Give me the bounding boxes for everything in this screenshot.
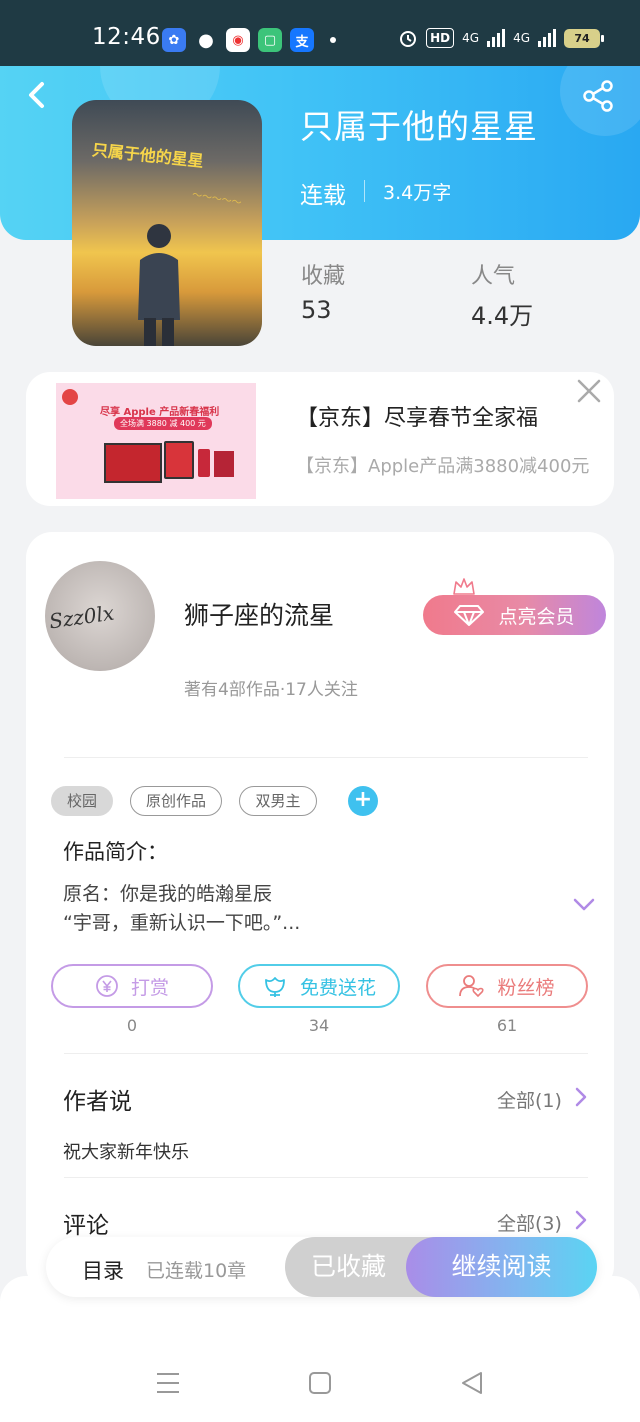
navigation-bar <box>0 1276 640 1422</box>
chevron-right-icon[interactable] <box>574 1086 588 1108</box>
diamond-icon <box>454 605 485 626</box>
home-icon[interactable] <box>307 1370 333 1396</box>
back-icon[interactable] <box>22 80 52 110</box>
cover-subtitle-decoration: ～～～～～ <box>191 189 243 210</box>
network-label-1: 4G <box>462 31 480 45</box>
intro-line-2: “宇哥，重新认识一下吧。”... <box>63 912 301 934</box>
battery-icon: 74 <box>564 28 604 48</box>
divider <box>64 1177 588 1178</box>
menu-icon[interactable] <box>155 1370 181 1396</box>
fan-rank-label: 粉丝榜 <box>497 976 555 999</box>
phone-image <box>198 449 210 477</box>
status-bar: 12:46 ✿ ● ◉ ▢ 支 HD 4G 4G 74 <box>0 0 640 66</box>
alarm-icon <box>400 31 417 47</box>
map-icon: ◉ <box>226 28 250 52</box>
flower-count: 34 <box>308 1016 330 1035</box>
author-says-title: 作者说 <box>63 1089 132 1115</box>
signal-icon-2 <box>538 29 556 47</box>
catalog-button[interactable]: 目录 <box>82 1255 124 1285</box>
reward-count: 0 <box>126 1016 138 1035</box>
popularity-value: 4.4万 <box>471 302 534 330</box>
share-icon[interactable] <box>580 78 616 114</box>
divider <box>64 757 588 758</box>
collect-value: 53 <box>301 296 332 324</box>
word-count: 3.4万字 <box>383 182 452 204</box>
fan-user-icon <box>459 975 485 998</box>
cover-figure-image <box>138 224 180 346</box>
chapter-count[interactable]: 已连载10章 <box>146 1256 246 1283</box>
vip-button[interactable]: 点亮会员 <box>423 595 606 635</box>
divider <box>64 1053 588 1054</box>
message-icon: ▢ <box>258 28 282 52</box>
send-flower-label: 免费送花 <box>299 976 376 999</box>
ad-title[interactable]: 【京东】尽享春节全家福 <box>296 400 538 432</box>
collect-label: 收藏 <box>301 264 346 289</box>
hd-badge: HD <box>426 28 455 48</box>
book-title: 只属于他的星星 <box>300 107 538 146</box>
ad-image[interactable]: 尽享 Apple 产品新春福利 全场满 3880 减 400 元 <box>56 383 256 499</box>
flower-icon <box>265 977 285 997</box>
serial-status: 连载 <box>300 183 346 209</box>
ad-image-headline: 尽享 Apple 产品新春福利 <box>100 407 220 418</box>
avatar-signature: Szz0lx <box>47 600 116 634</box>
continue-reading-button[interactable]: 继续阅读 <box>406 1237 597 1297</box>
tag-original[interactable]: 原创作品 <box>130 786 222 816</box>
ad-description[interactable]: 【京东】Apple产品满3880减400元 <box>296 452 614 478</box>
intro-title: 作品简介： <box>63 840 168 864</box>
status-time: 12:46 <box>92 24 161 50</box>
author-avatar[interactable]: Szz0lx <box>45 561 155 671</box>
yen-icon <box>96 975 118 997</box>
reward-button[interactable]: 打赏 <box>51 964 213 1008</box>
comments-title: 评论 <box>63 1213 109 1239</box>
intro-line-1: 原名：你是我的皓瀚星辰 <box>63 883 273 905</box>
fan-rank-button[interactable]: 粉丝榜 <box>426 964 588 1008</box>
chevron-down-icon[interactable] <box>572 896 596 914</box>
cover-title-text: 只属于他的星星 <box>91 140 205 171</box>
author-says-content: 祝大家新年快乐 <box>63 1142 189 1163</box>
notification-dot-icon <box>330 37 336 43</box>
book-cover[interactable]: 只属于他的星星 ～～～～～ <box>72 100 262 346</box>
author-meta: 著有4部作品·17人关注 <box>184 680 358 700</box>
comments-more-link[interactable]: 全部(3) <box>497 1209 562 1236</box>
signal-icon <box>487 29 506 47</box>
author-name[interactable]: 狮子座的流星 <box>184 596 334 632</box>
vip-button-label: 点亮会员 <box>498 605 575 628</box>
divider <box>364 180 365 202</box>
baidu-icon: ✿ <box>162 28 186 52</box>
alipay-icon: 支 <box>290 28 314 52</box>
author-says-more-link[interactable]: 全部(1) <box>497 1086 562 1113</box>
reward-label: 打赏 <box>130 976 169 999</box>
tablet-image <box>164 441 194 479</box>
network-label-2: 4G <box>513 31 530 45</box>
close-icon[interactable] <box>576 378 602 404</box>
back-nav-icon[interactable] <box>459 1370 485 1396</box>
ad-image-badge: 全场满 3880 减 400 元 <box>114 417 212 430</box>
wechat-icon: ● <box>198 29 214 51</box>
add-tag-button[interactable]: + <box>348 786 378 816</box>
gift-box-image <box>214 451 234 477</box>
send-flower-button[interactable]: 免费送花 <box>238 964 400 1008</box>
chevron-right-icon[interactable] <box>574 1209 588 1231</box>
popularity-label: 人气 <box>471 264 516 289</box>
crown-icon <box>453 578 475 595</box>
jd-logo-icon <box>62 389 78 405</box>
laptop-image <box>104 443 162 483</box>
tag-double-male[interactable]: 双男主 <box>239 786 317 816</box>
fan-count: 61 <box>496 1016 518 1035</box>
tag-campus[interactable]: 校园 <box>51 786 113 816</box>
